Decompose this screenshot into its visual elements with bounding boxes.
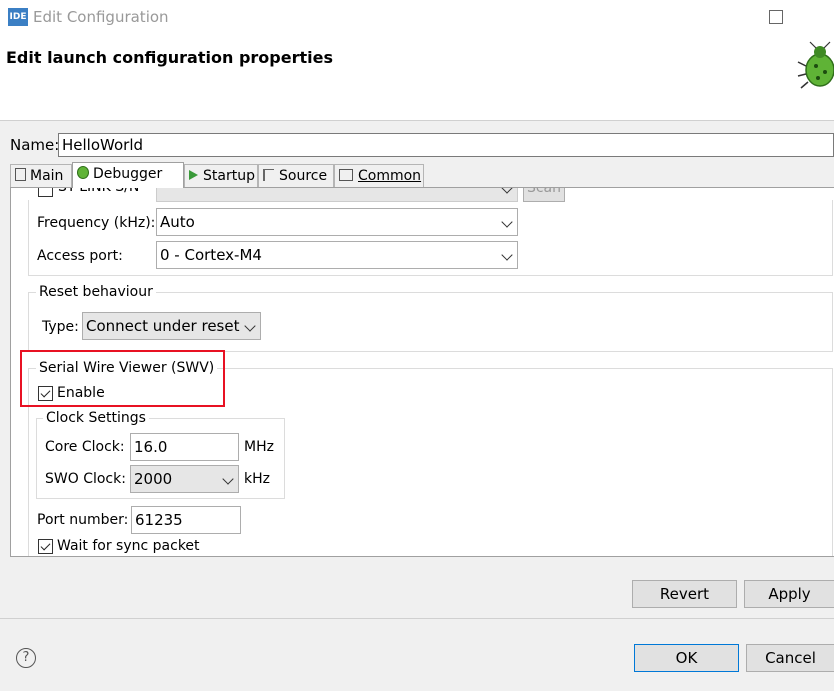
revert-button[interactable]: Revert [632,580,737,608]
chevron-down-icon [244,320,256,332]
swo-clock-label: SWO Clock: [45,471,126,487]
bug-small-icon [77,166,89,179]
tab-common[interactable]: Common [334,164,424,187]
swo-clock-select[interactable]: 2000 [130,465,239,493]
app-icon: IDE [8,8,28,26]
cancel-button[interactable]: Cancel [746,644,834,672]
document-icon [15,168,26,181]
apply-button[interactable]: Apply [744,580,834,608]
source-icon [263,169,274,181]
name-input[interactable]: HelloWorld [58,133,834,157]
maximize-button[interactable] [769,10,783,24]
chevron-down-icon [501,188,513,194]
tab-debugger[interactable]: Debugger [72,162,184,188]
tab-label: Main [30,168,64,184]
tab-source[interactable]: Source [258,164,334,187]
core-clock-label: Core Clock: [45,439,125,455]
chevron-down-icon [222,473,234,485]
core-clock-input[interactable]: 16.0 [130,433,239,461]
sync-packet-checkbox[interactable] [38,539,53,554]
stlink-sn-label: ST-LINK S/N [58,187,140,195]
tab-label: Source [279,168,328,184]
play-icon [189,170,198,180]
tab-label: Common [358,168,422,184]
tab-main[interactable]: Main [10,164,72,187]
name-label: Name: [10,136,60,154]
reset-type-value: Connect under reset [86,317,240,335]
header-title: Edit launch configuration properties [6,48,333,67]
connection-group [28,200,833,276]
core-clock-unit: MHz [244,439,274,455]
tab-label: Debugger [93,166,163,182]
port-number-input[interactable]: 61235 [131,506,241,534]
swo-clock-value: 2000 [134,470,173,488]
tab-startup[interactable]: Startup [184,164,258,187]
window-title: Edit Configuration [33,8,169,26]
port-number-label: Port number: [37,512,129,528]
common-icon [339,169,353,181]
bug-icon [797,41,834,89]
checkmark-icon [40,540,51,551]
clock-settings-title: Clock Settings [43,410,149,426]
stlink-sn-checkbox[interactable] [38,188,53,197]
reset-type-select[interactable]: Connect under reset [82,312,261,340]
help-icon[interactable]: ? [16,648,36,668]
sync-packet-label: Wait for sync packet [57,538,200,554]
reset-type-label: Type: [42,319,79,335]
tab-label: Startup [203,168,255,184]
swo-clock-unit: kHz [244,471,270,487]
separator [0,618,834,619]
highlight-box [20,350,225,407]
ok-button[interactable]: OK [634,644,739,672]
reset-group-title: Reset behaviour [36,284,156,300]
